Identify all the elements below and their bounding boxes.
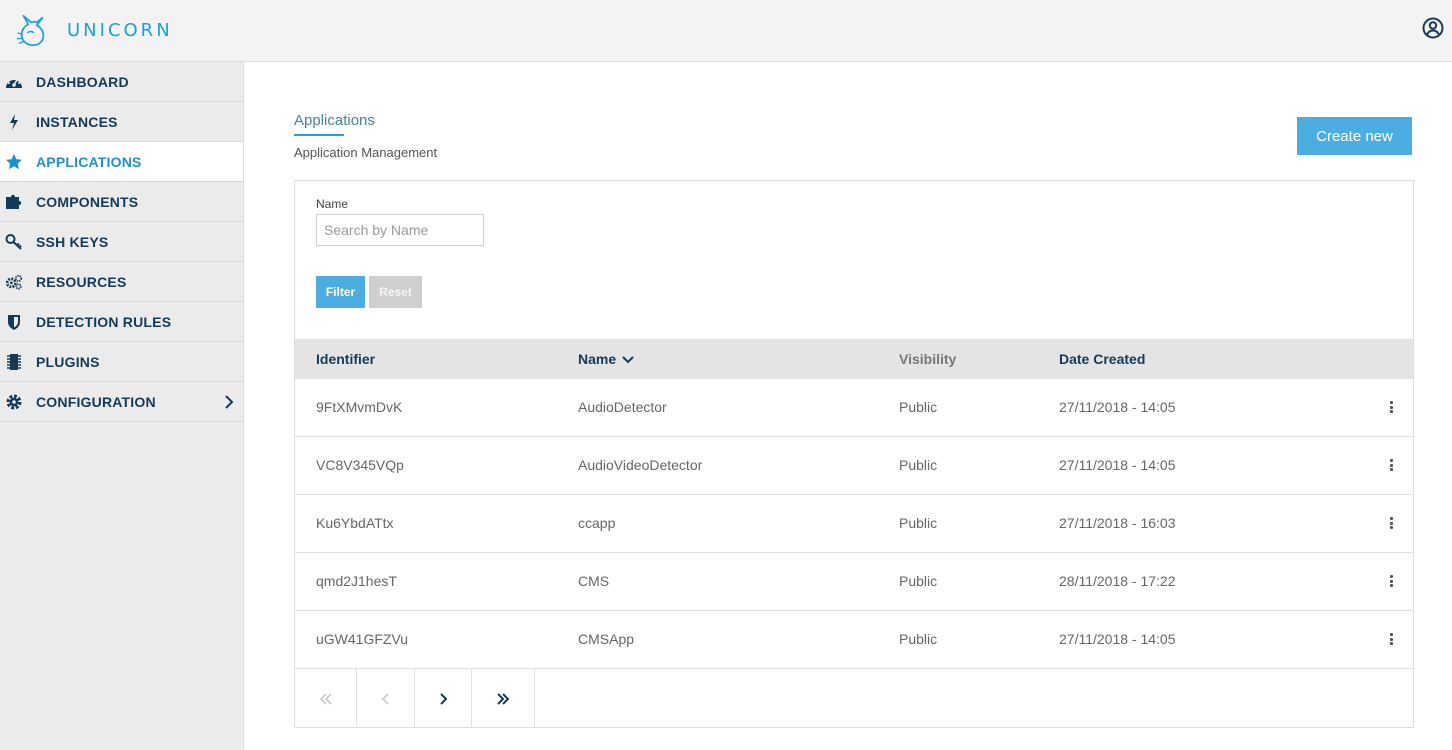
column-header-label: Name	[578, 351, 617, 367]
sidebar-item-label: DASHBOARD	[36, 74, 129, 90]
previous-page-button[interactable]	[357, 669, 415, 728]
sort-down-icon	[622, 356, 634, 364]
dashboard-icon	[5, 73, 23, 91]
sidebar-item-instances[interactable]: INSTANCES	[0, 102, 243, 142]
cell-date-created: 27/11/2018 - 14:05	[1059, 399, 1176, 415]
column-header-identifier[interactable]: Identifier	[316, 351, 375, 367]
page-subtitle: Application Management	[294, 145, 438, 160]
sidebar-item-components[interactable]: COMPONENTS	[0, 182, 243, 222]
column-header-visibility: Visibility	[899, 351, 956, 367]
column-header-label: Visibility	[899, 351, 957, 367]
cell-identifier: Ku6YbdATtx	[316, 515, 394, 531]
cell-date-created: 27/11/2018 - 14:05	[1059, 631, 1176, 647]
table-row[interactable]: 9FtXMvmDvK AudioDetector Public 27/11/20…	[295, 379, 1413, 437]
filter-button[interactable]: Filter	[316, 276, 365, 308]
cell-date-created: 28/11/2018 - 17:22	[1059, 573, 1176, 589]
cell-visibility: Public	[899, 631, 938, 647]
user-account-icon[interactable]	[1422, 17, 1444, 39]
cell-visibility: Public	[899, 573, 938, 589]
create-new-button[interactable]: Create new	[1297, 117, 1412, 155]
sidebar-item-label: DETECTION RULES	[36, 314, 172, 330]
cell-date-created: 27/11/2018 - 14:05	[1059, 457, 1176, 473]
applications-panel: Name Filter Reset Identifier Name Visibi…	[294, 180, 1414, 728]
sidebar-item-label: PLUGINS	[36, 354, 100, 370]
cell-visibility: Public	[899, 515, 938, 531]
bolt-icon	[5, 113, 23, 131]
unicorn-logo-icon[interactable]	[14, 12, 52, 50]
search-by-name-input[interactable]	[316, 214, 484, 246]
column-header-label: Identifier	[316, 351, 376, 367]
cell-name: AudioVideoDetector	[578, 457, 703, 473]
sidebar-item-label: RESOURCES	[36, 274, 127, 290]
sidebar-item-plugins[interactable]: PLUGINS	[0, 342, 243, 382]
last-page-button[interactable]	[472, 669, 535, 728]
column-header-name[interactable]: Name	[578, 351, 634, 367]
table-body: 9FtXMvmDvK AudioDetector Public 27/11/20…	[295, 379, 1413, 669]
row-actions-kebab-icon[interactable]	[1385, 399, 1397, 415]
cell-name: CMSApp	[578, 631, 635, 647]
cell-name: AudioDetector	[578, 399, 667, 415]
puzzle-icon	[5, 193, 23, 211]
sidebar-item-resources[interactable]: RESOURCES	[0, 262, 243, 302]
cell-name: ccapp	[578, 515, 616, 531]
main-content: Applications Application Management Crea…	[244, 62, 1452, 750]
sidebar-item-label: COMPONENTS	[36, 194, 139, 210]
sidebar-item-configuration[interactable]: CONFIGURATION	[0, 382, 243, 422]
name-filter-label: Name	[316, 197, 349, 211]
page-title: Applications	[294, 112, 375, 129]
gears-icon	[5, 273, 23, 291]
table-row[interactable]: Ku6YbdATtx ccapp Public 27/11/2018 - 16:…	[295, 495, 1413, 553]
sidebar-item-label: APPLICATIONS	[36, 154, 142, 170]
cell-identifier: qmd2J1hesT	[316, 573, 397, 589]
chevron-right-icon	[225, 395, 234, 409]
sidebar: DASHBOARD INSTANCES APPLICATIONS COMPONE…	[0, 62, 244, 750]
row-actions-kebab-icon[interactable]	[1385, 457, 1397, 473]
top-bar: UNICORN	[0, 0, 1452, 62]
sidebar-item-detection-rules[interactable]: DETECTION RULES	[0, 302, 243, 342]
cell-identifier: VC8V345VQp	[316, 457, 404, 473]
cell-visibility: Public	[899, 457, 938, 473]
column-header-label: Date Created	[1059, 351, 1146, 367]
table-row[interactable]: VC8V345VQp AudioVideoDetector Public 27/…	[295, 437, 1413, 495]
gear-icon	[5, 393, 23, 411]
first-page-button[interactable]	[295, 669, 357, 728]
reset-button[interactable]: Reset	[369, 276, 422, 308]
chip-icon	[5, 353, 23, 371]
cell-name: CMS	[578, 573, 610, 589]
cell-identifier: 9FtXMvmDvK	[316, 399, 403, 415]
row-actions-kebab-icon[interactable]	[1385, 515, 1397, 531]
pagination	[295, 669, 535, 728]
row-actions-kebab-icon[interactable]	[1385, 573, 1397, 589]
sidebar-item-dashboard[interactable]: DASHBOARD	[0, 62, 243, 102]
brand-name: UNICORN	[67, 20, 173, 41]
chevron-left-icon	[381, 692, 389, 705]
sidebar-item-ssh-keys[interactable]: SSH KEYS	[0, 222, 243, 262]
cell-date-created: 27/11/2018 - 16:03	[1059, 515, 1176, 531]
cell-identifier: uGW41GFZVu	[316, 631, 409, 647]
table-row[interactable]: uGW41GFZVu CMSApp Public 27/11/2018 - 14…	[295, 611, 1413, 669]
column-header-date-created[interactable]: Date Created	[1059, 351, 1145, 367]
double-chevron-left-icon	[319, 692, 332, 705]
sidebar-item-applications[interactable]: APPLICATIONS	[0, 142, 243, 182]
table-row[interactable]: qmd2J1hesT CMS Public 28/11/2018 - 17:22	[295, 553, 1413, 611]
title-underline	[294, 134, 344, 136]
key-icon	[5, 233, 23, 251]
double-chevron-right-icon	[497, 692, 510, 705]
next-page-button[interactable]	[415, 669, 472, 728]
shield-icon	[5, 313, 23, 331]
sidebar-item-label: INSTANCES	[36, 114, 118, 130]
sidebar-item-label: SSH KEYS	[36, 234, 109, 250]
table-header: Identifier Name Visibility Date Created	[295, 339, 1413, 379]
chevron-right-icon	[440, 692, 448, 705]
cell-visibility: Public	[899, 399, 938, 415]
row-actions-kebab-icon[interactable]	[1385, 631, 1397, 647]
star-icon	[5, 153, 23, 171]
sidebar-item-label: CONFIGURATION	[36, 394, 156, 410]
